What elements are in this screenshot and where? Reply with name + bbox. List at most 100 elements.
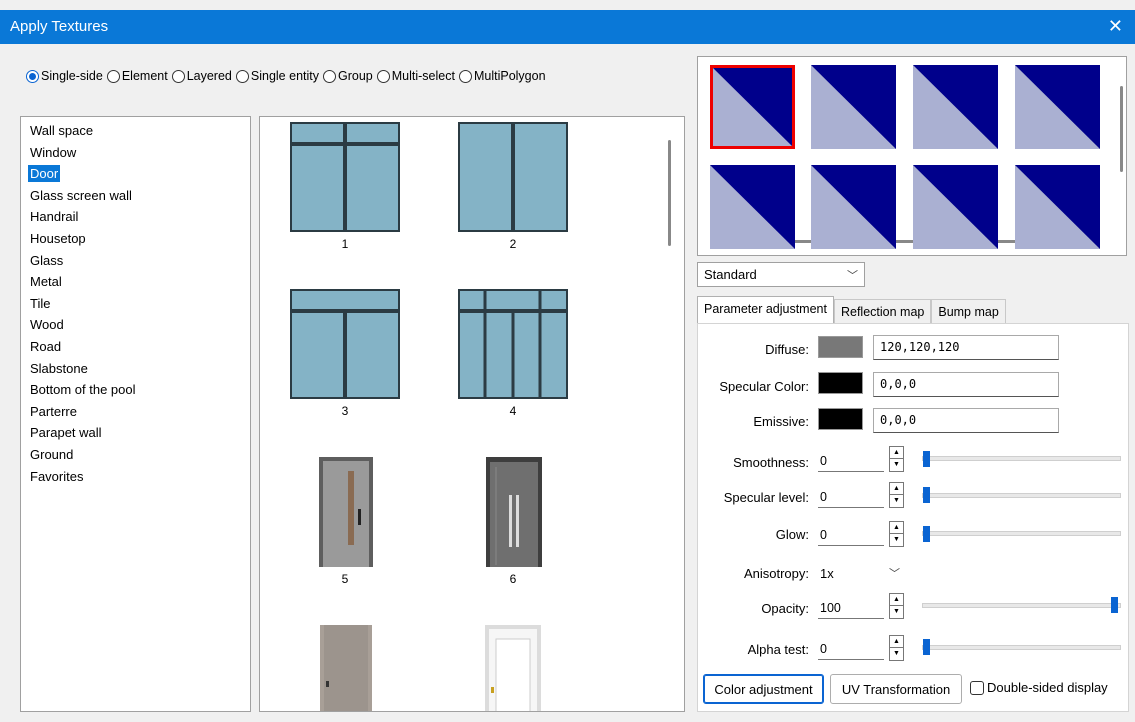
category-item[interactable]: Ground [28, 444, 250, 466]
category-item[interactable]: Parapet wall [28, 422, 250, 444]
radio-single-entity[interactable]: Single entity [235, 69, 319, 83]
arrow-up-icon[interactable]: ▲ [890, 594, 903, 606]
category-label: Slabstone [30, 360, 88, 376]
texture-scrollbar[interactable] [668, 140, 671, 246]
uv-transformation-button[interactable]: UV Transformation [830, 674, 962, 704]
category-item[interactable]: Slabstone [28, 358, 250, 380]
material-type-value: Standard [704, 267, 757, 282]
radio-dot-icon [171, 69, 185, 83]
arrow-down-icon[interactable]: ▼ [890, 459, 903, 471]
material-swatch[interactable] [913, 65, 998, 149]
category-item[interactable]: Wood [28, 314, 250, 336]
radio-group[interactable]: Group [323, 69, 373, 83]
category-item[interactable]: Wall space [28, 120, 250, 142]
arrow-down-icon[interactable]: ▼ [890, 495, 903, 507]
specular-level-slider-handle[interactable] [923, 487, 930, 503]
category-item[interactable]: Door [28, 163, 250, 185]
anisotropy-select[interactable]: 1x ﹀ [815, 560, 907, 586]
texture-caption: 4 [509, 404, 517, 418]
arrow-up-icon[interactable]: ▲ [890, 483, 903, 495]
specular-level-stepper[interactable]: ▲ ▼ [889, 482, 904, 508]
emissive-color-swatch[interactable] [818, 408, 863, 430]
texture-thumbnail[interactable]: 3 [288, 287, 402, 418]
material-swatch[interactable] [710, 165, 795, 249]
arrow-up-icon[interactable]: ▲ [890, 447, 903, 459]
material-swatch[interactable] [811, 65, 896, 149]
material-swatch[interactable] [1015, 65, 1100, 149]
smoothness-input[interactable]: 0 [818, 448, 884, 472]
opacity-slider-handle[interactable] [1111, 597, 1118, 613]
tab-reflection-map[interactable]: Reflection map [833, 299, 932, 326]
category-item[interactable]: Metal [28, 271, 250, 293]
anisotropy-value: 1x [820, 566, 834, 581]
emissive-color-field[interactable]: 0,0,0 [873, 408, 1059, 433]
alpha-test-stepper[interactable]: ▲ ▼ [889, 635, 904, 661]
door-wood-image [290, 625, 400, 711]
diffuse-color-field[interactable]: 120,120,120 [873, 335, 1059, 360]
tab-bump-map[interactable]: Bump map [931, 299, 1006, 326]
material-swatch[interactable] [1015, 165, 1100, 249]
category-item[interactable]: Tile [28, 293, 250, 315]
category-item[interactable]: Favorites [28, 466, 250, 488]
texture-thumbnail[interactable]: 5 [290, 457, 400, 586]
category-item[interactable]: Road [28, 336, 250, 358]
category-item[interactable]: Glass [28, 250, 250, 272]
category-item[interactable]: Housetop [28, 228, 250, 250]
alpha-test-input[interactable]: 0 [818, 636, 884, 660]
category-item[interactable]: Parterre [28, 401, 250, 423]
arrow-up-icon[interactable]: ▲ [890, 522, 903, 534]
alpha-test-slider[interactable] [922, 645, 1121, 650]
specular-color-swatch[interactable] [818, 372, 863, 394]
color-adjustment-button[interactable]: Color adjustment [703, 674, 824, 704]
texture-thumbnail[interactable]: 4 [456, 287, 570, 418]
smoothness-slider-handle[interactable] [923, 451, 930, 467]
material-swatch[interactable] [811, 165, 896, 249]
arrow-down-icon[interactable]: ▼ [890, 648, 903, 660]
texture-thumbnail[interactable] [458, 625, 568, 711]
texture-thumbnail[interactable]: 6 [458, 457, 568, 586]
specular-level-slider[interactable] [922, 493, 1121, 498]
opacity-slider[interactable] [922, 603, 1121, 608]
texture-thumbnail[interactable]: 2 [456, 120, 570, 251]
alpha-test-slider-handle[interactable] [923, 639, 930, 655]
opacity-stepper[interactable]: ▲ ▼ [889, 593, 904, 619]
category-item[interactable]: Bottom of the pool [28, 379, 250, 401]
texture-thumbnail[interactable]: 1 [288, 120, 402, 251]
specular-color-field[interactable]: 0,0,0 [873, 372, 1059, 397]
texture-grid[interactable]: 1 2 3 4 5 6 [259, 116, 685, 712]
radio-layered[interactable]: Layered [171, 69, 232, 83]
radio-multi-select[interactable]: Multi-select [376, 69, 455, 83]
glow-slider-handle[interactable] [923, 526, 930, 542]
category-list[interactable]: Wall space Window Door Glass screen wall Han… [20, 116, 251, 712]
diffuse-color-swatch[interactable] [818, 336, 863, 358]
category-item[interactable]: Glass screen wall [28, 185, 250, 207]
opacity-input[interactable]: 100 [818, 595, 884, 619]
glow-input[interactable]: 0 [818, 522, 884, 546]
preview-vertical-scrollbar[interactable] [1120, 86, 1123, 172]
glow-stepper[interactable]: ▲ ▼ [889, 521, 904, 547]
double-sided-checkbox[interactable]: Double-sided display [970, 680, 1108, 695]
specular-color-label: Specular Color: [719, 379, 809, 394]
checkbox-icon [970, 680, 984, 695]
material-swatch[interactable] [710, 65, 795, 149]
glow-slider[interactable] [922, 531, 1121, 536]
material-type-select[interactable]: Standard ﹀ [697, 262, 865, 287]
window-d-image [456, 287, 570, 401]
radio-element[interactable]: Element [106, 69, 168, 83]
category-item[interactable]: Window [28, 142, 250, 164]
close-icon[interactable]: ✕ [1108, 16, 1123, 36]
category-label: Ground [30, 446, 74, 462]
arrow-down-icon[interactable]: ▼ [890, 606, 903, 618]
category-item[interactable]: Handrail [28, 206, 250, 228]
radio-multipolygon[interactable]: MultiPolygon [458, 69, 546, 83]
smoothness-stepper[interactable]: ▲ ▼ [889, 446, 904, 472]
tab-parameter-adjustment[interactable]: Parameter adjustment [697, 296, 834, 326]
material-preview-grid[interactable] [697, 56, 1127, 256]
texture-thumbnail[interactable] [290, 625, 400, 711]
radio-single-side[interactable]: Single-side [26, 69, 103, 83]
arrow-down-icon[interactable]: ▼ [890, 534, 903, 546]
arrow-up-icon[interactable]: ▲ [890, 636, 903, 648]
specular-level-input[interactable]: 0 [818, 484, 884, 508]
material-swatch[interactable] [913, 165, 998, 249]
smoothness-slider[interactable] [922, 456, 1121, 461]
